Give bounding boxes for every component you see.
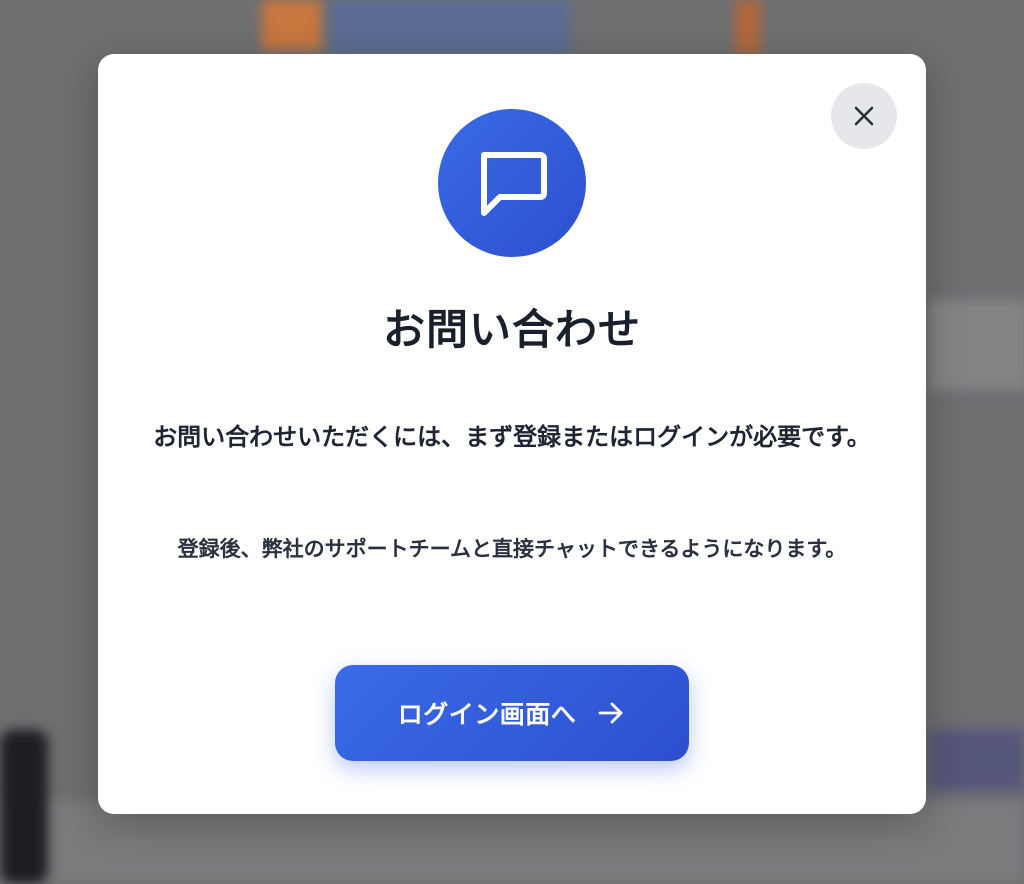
contact-modal: お問い合わせ お問い合わせいただくには、まず登録またはログインが必要です。 登録…	[98, 54, 926, 814]
login-required-message: お問い合わせいただくには、まず登録またはログインが必要です。	[153, 423, 871, 451]
arrow-right-icon	[596, 698, 626, 728]
login-button[interactable]: ログイン画面へ	[335, 665, 689, 761]
background-blur-shape	[330, 0, 570, 55]
chat-icon-badge	[438, 109, 586, 257]
background-blur-shape	[928, 300, 1024, 390]
close-button[interactable]	[831, 83, 897, 149]
close-icon	[854, 106, 874, 126]
background-blur-shape	[262, 0, 322, 50]
modal-title: お問い合わせ	[382, 305, 641, 354]
support-chat-message: 登録後、弊社のサポートチームと直接チャットできるようになります。	[177, 537, 847, 561]
background-blur-shape	[0, 730, 48, 884]
chat-bubble-icon	[481, 152, 547, 216]
background-blur-shape	[930, 730, 1024, 790]
login-button-label: ログイン画面へ	[397, 700, 577, 729]
background-blur-shape	[735, 0, 761, 55]
